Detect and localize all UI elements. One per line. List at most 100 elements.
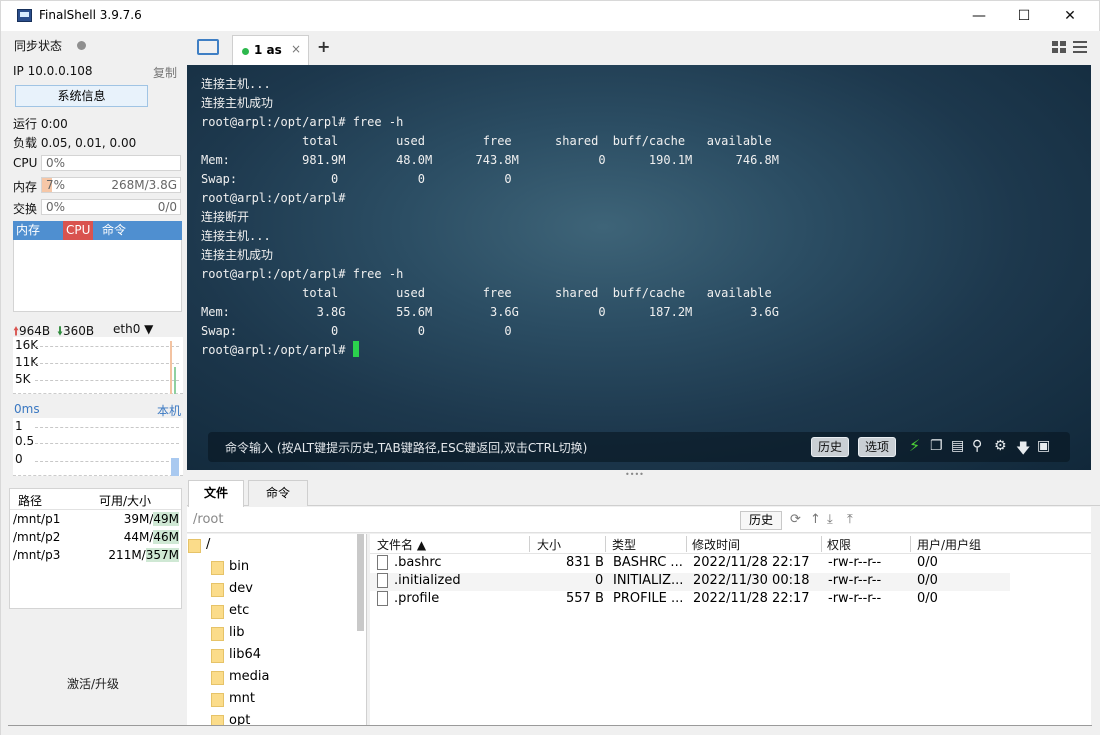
uptime-label: 运行 0:00: [13, 117, 68, 131]
path-bar: /root 历史 ⟳ ↑ ⤓ ⤒: [187, 507, 1091, 533]
app-icon: [17, 9, 32, 22]
disk-row[interactable]: /mnt/p1 39M/49M: [10, 511, 181, 529]
window-bottom-border: [8, 725, 1092, 726]
download-icon[interactable]: ⤓: [827, 512, 833, 527]
connected-dot-icon: [242, 48, 249, 55]
session-tab-bar: 1 as × +: [187, 31, 1100, 65]
terminal-line: 连接主机...: [201, 77, 271, 91]
panel-splitter[interactable]: ••••: [187, 470, 1091, 479]
swap-meter: 0% 0/0: [41, 199, 181, 215]
latency-ytick: 1: [15, 419, 23, 433]
up-dir-icon[interactable]: ↑: [810, 512, 821, 527]
system-info-button[interactable]: 系统信息: [15, 85, 148, 107]
grid-layout-icon[interactable]: [1052, 41, 1066, 53]
swap-amount: 0/0: [157, 200, 177, 214]
terminal-line: 连接主机...: [201, 229, 271, 243]
terminal[interactable]: 连接主机... 连接主机成功 root@arpl:/opt/arpl# free…: [187, 65, 1091, 470]
lightning-icon[interactable]: ⚡: [909, 436, 920, 455]
disk-row[interactable]: /mnt/p2 44M/46M: [10, 529, 181, 547]
net-ytick: 11K: [15, 355, 39, 369]
terminal-line: total used free shared buff/cache availa…: [201, 286, 772, 300]
tab-command[interactable]: 命令: [99, 221, 129, 240]
swap-label: 交换: [13, 202, 38, 216]
terminal-line: root@arpl:/opt/arpl# free -h: [201, 267, 404, 281]
terminal-line: 连接主机成功: [201, 96, 274, 110]
ip-label: IP 10.0.0.108: [13, 64, 93, 78]
cpu-label: CPU: [13, 156, 38, 170]
terminal-line: 连接主机成功: [201, 248, 274, 262]
refresh-icon[interactable]: ⟳: [790, 512, 801, 527]
tab-close-icon[interactable]: ×: [291, 42, 301, 56]
network-graph: 16K 11K 5K: [13, 337, 183, 394]
minimize-button[interactable]: —: [956, 1, 1002, 31]
tree-scrollbar[interactable]: [357, 534, 364, 631]
menu-icon[interactable]: [1073, 41, 1087, 53]
latency-ytick: 0: [15, 452, 23, 466]
col-type[interactable]: 类型: [612, 536, 636, 553]
net-interface-select[interactable]: eth0 ▼: [113, 322, 153, 336]
window-icon[interactable]: ▣: [1037, 438, 1050, 454]
process-list: [13, 240, 182, 312]
arrow-down-icon[interactable]: 🡇: [1016, 438, 1030, 462]
latency-ytick: 0.5: [15, 434, 35, 448]
mem-percent: 7%: [46, 178, 66, 192]
latency-host[interactable]: 本机: [157, 402, 181, 419]
paste-icon[interactable]: ▤: [951, 438, 964, 454]
activate-upgrade-link[interactable]: 激活/升级: [0, 675, 186, 692]
terminal-output: 连接主机... 连接主机成功 root@arpl:/opt/arpl# free…: [201, 75, 779, 360]
tab-memory[interactable]: 内存: [13, 221, 43, 240]
swap-percent: 0%: [46, 200, 66, 214]
terminal-line: Mem: 3.8G 55.6M 3.6G 0 187.2M 3.6G: [201, 305, 779, 319]
file-icon: [377, 555, 388, 570]
path-input[interactable]: /root: [193, 512, 223, 527]
terminal-prompt: root@arpl:/opt/arpl#: [201, 343, 353, 357]
gear-icon[interactable]: ⚙: [994, 438, 1007, 454]
terminal-line: Mem: 981.9M 48.0M 743.8M 0 190.1M 746.8M: [201, 153, 779, 167]
file-list-header: 文件名 ▲ 大小 类型 修改时间 权限 用户/用户组: [370, 534, 1091, 554]
terminal-line: Swap: 0 0 0: [201, 172, 512, 186]
latency-graph: 1 0.5 0: [13, 418, 183, 476]
terminal-line: root@arpl:/opt/arpl# free -h: [201, 115, 404, 129]
path-history-button[interactable]: 历史: [740, 511, 782, 530]
tab-commands[interactable]: 命令: [248, 480, 308, 506]
command-options-button[interactable]: 选项: [858, 437, 897, 457]
terminal-cursor: [352, 341, 359, 357]
maximize-button[interactable]: ☐: [1001, 1, 1047, 31]
session-tab-label: 1 as: [254, 43, 282, 57]
file-row[interactable]: .initialized 0 INITIALIZ... 2022/11/30 0…: [370, 573, 1010, 591]
command-history-button[interactable]: 历史: [811, 437, 850, 457]
window-title: FinalShell 3.9.7.6: [39, 8, 142, 22]
terminal-scrollbar[interactable]: [1091, 65, 1100, 470]
file-list: 文件名 ▲ 大小 类型 修改时间 权限 用户/用户组 .bashrc 831 B…: [370, 534, 1091, 725]
col-permissions[interactable]: 权限: [827, 536, 851, 553]
file-row[interactable]: .bashrc 831 B BASHRC ... 2022/11/28 22:1…: [370, 555, 1010, 573]
disk-row[interactable]: /mnt/p3 211M/357M: [10, 547, 181, 565]
file-row[interactable]: .profile 557 B PROFILE ... 2022/11/28 22…: [370, 591, 1010, 609]
copy-ip-link[interactable]: 复制: [153, 64, 177, 81]
sync-status-dot: [77, 41, 86, 50]
sync-status-label: 同步状态: [14, 39, 63, 53]
command-input-bar[interactable]: 命令输入 (按ALT键提示历史,TAB键路径,ESC键返回,双击CTRL切换) …: [208, 432, 1070, 462]
terminal-line: root@arpl:/opt/arpl#: [201, 191, 346, 205]
close-button[interactable]: ✕: [1047, 1, 1093, 31]
terminal-line: total used free shared buff/cache availa…: [201, 134, 772, 148]
net-ytick: 5K: [15, 372, 31, 386]
file-icon: [377, 573, 388, 588]
col-owner[interactable]: 用户/用户组: [917, 536, 981, 553]
mem-amount: 268M/3.8G: [111, 178, 177, 192]
tab-files[interactable]: 文件: [188, 480, 244, 507]
upload-icon[interactable]: ⤒: [847, 512, 853, 527]
col-size[interactable]: 大小: [537, 536, 561, 553]
copy-icon[interactable]: ❐: [930, 438, 943, 454]
tab-cpu[interactable]: CPU: [63, 221, 94, 240]
folder-open-icon[interactable]: [197, 39, 219, 55]
search-icon[interactable]: ⚲: [972, 438, 982, 454]
directory-tree: / bin dev etc lib lib64 media mnt opt: [187, 534, 367, 725]
add-tab-button[interactable]: +: [317, 37, 330, 56]
col-mtime[interactable]: 修改时间: [692, 536, 740, 553]
cpu-percent: 0%: [46, 156, 66, 170]
session-tab[interactable]: 1 as ×: [232, 35, 309, 65]
col-name[interactable]: 文件名 ▲: [377, 536, 426, 553]
command-input-hint[interactable]: 命令输入 (按ALT键提示历史,TAB键路径,ESC键返回,双击CTRL切换): [225, 439, 587, 456]
disk-header: 路径 可用/大小: [18, 494, 151, 508]
